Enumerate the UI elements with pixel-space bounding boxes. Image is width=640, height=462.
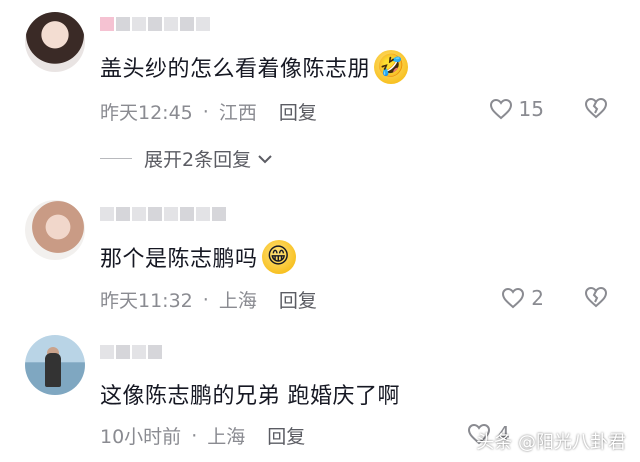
comment-time: 10小时前 xyxy=(100,426,182,448)
meta-separator: · xyxy=(202,288,209,311)
reply-button[interactable]: 回复 xyxy=(267,422,305,449)
comment-location: 上海 xyxy=(207,426,246,448)
comment-body: 盖头纱的怎么看着像陈志朋 xyxy=(100,57,371,82)
rofl-emoji-icon: 🤣 xyxy=(374,50,409,84)
username-blurred[interactable] xyxy=(100,14,210,34)
expand-replies-button[interactable]: 展开2条回复 xyxy=(100,145,273,172)
avatar[interactable] xyxy=(25,335,85,395)
watermark: 头条 @阳光八卦君 xyxy=(476,432,626,453)
grin-emoji-icon: 😁 xyxy=(261,240,296,274)
avatar[interactable] xyxy=(25,12,85,72)
broken-heart-icon xyxy=(584,286,608,308)
meta-separator: · xyxy=(191,424,198,447)
chevron-down-icon xyxy=(258,154,272,163)
broken-heart-icon xyxy=(584,97,608,119)
heart-outline-icon xyxy=(489,98,512,120)
comment-body: 这像陈志鹏的兄弟 跑婚庆了啊 xyxy=(100,384,400,409)
comment-location: 江西 xyxy=(218,102,257,124)
comment-meta: 昨天11:32 · 上海 回复 xyxy=(100,286,317,313)
comment-text: 这像陈志鹏的兄弟 跑婚庆了啊 xyxy=(100,378,400,410)
reply-button[interactable]: 回复 xyxy=(279,286,317,313)
username-blurred[interactable] xyxy=(100,342,162,362)
meta-separator: · xyxy=(202,100,209,123)
expand-divider xyxy=(100,158,132,159)
avatar-body xyxy=(45,353,61,387)
expand-replies-label: 展开2条回复 xyxy=(144,149,252,171)
comment-meta: 10小时前 · 上海 回复 xyxy=(100,422,305,449)
comment-time: 昨天11:32 xyxy=(100,290,193,312)
reply-button[interactable]: 回复 xyxy=(279,98,317,125)
heart-outline-icon xyxy=(502,287,525,309)
comment-body: 那个是陈志鹏吗 xyxy=(100,247,258,272)
comment-meta: 昨天12:45 · 江西 回复 xyxy=(100,98,317,125)
comment-location: 上海 xyxy=(218,290,257,312)
comment-text: 盖头纱的怎么看着像陈志朋 🤣 xyxy=(100,50,409,84)
like-count: 15 xyxy=(518,97,544,121)
like-button[interactable]: 2 xyxy=(501,286,544,310)
username-blurred[interactable] xyxy=(100,204,226,224)
dislike-button[interactable] xyxy=(584,286,608,312)
dislike-button[interactable] xyxy=(584,97,608,123)
comment-text: 那个是陈志鹏吗 😁 xyxy=(100,240,296,274)
like-button[interactable]: 15 xyxy=(489,97,544,121)
like-count: 2 xyxy=(531,286,544,310)
comment-time: 昨天12:45 xyxy=(100,102,193,124)
avatar[interactable] xyxy=(25,200,85,260)
